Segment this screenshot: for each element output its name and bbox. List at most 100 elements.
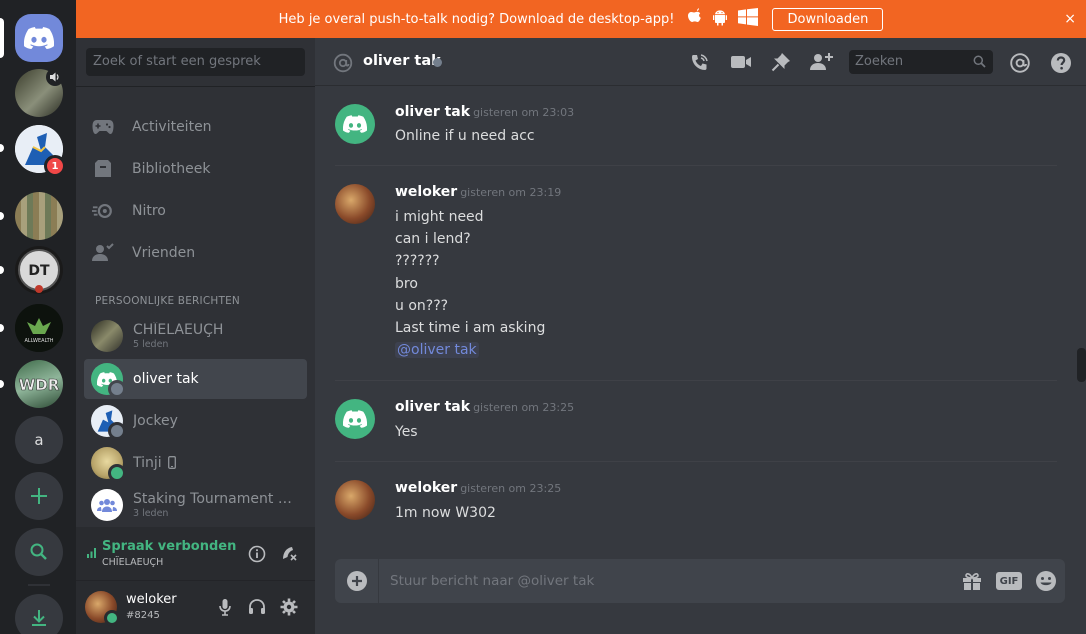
start-video-call-icon[interactable] [730,54,752,74]
dm-item-tinji[interactable]: Tinji [84,443,307,483]
channel-title: oliver tak [363,53,441,69]
chat-scrollbar-thumb[interactable] [1077,348,1086,382]
signal-icon [87,543,97,562]
avatar [91,489,123,521]
server-icon-5[interactable]: ALLWEALTH [15,304,63,352]
discord-logo-icon [343,115,367,133]
start-voice-call-icon[interactable] [689,52,711,78]
avatar [91,405,126,440]
add-server-button[interactable] [15,472,63,520]
message-text: Online if u need acc [395,128,535,144]
download-banner: Heb je overal push-to-talk nodig? Downlo… [76,0,1086,38]
message-text: bro [395,276,418,292]
message-timestamp: gisteren om 23:25 [460,482,562,495]
dm-item-oliver-tak[interactable]: oliver tak [84,359,307,399]
offline-status-dot [108,422,126,440]
message-timestamp: gisteren om 23:03 [473,106,575,119]
search-icon [30,543,47,560]
disconnect-call-icon[interactable] [280,544,298,566]
message-timestamp: gisteren om 23:19 [460,186,562,199]
voice-status[interactable]: Spraak verbonden [102,539,236,554]
nav-nitro[interactable]: Nitro [84,191,307,231]
user-mention[interactable]: @oliver tak [395,342,479,358]
search-icon [973,55,986,72]
dm-search-input[interactable]: Zoek of start een gesprek [86,48,305,76]
voice-connection-panel: Spraak verbonden CHÏELAEUÇH [76,527,315,581]
gift-icon[interactable] [961,571,983,595]
nav-label: Vrienden [132,245,196,261]
settings-gear-icon[interactable] [280,598,298,620]
discord-app: Heb je overal push-to-talk nodig? Downlo… [0,0,1086,634]
username: weloker [126,592,177,607]
dm-name: Tinji [133,455,162,471]
avatar[interactable] [335,104,375,144]
nav-vrienden[interactable]: Vrienden [84,233,307,273]
message-timestamp: gisteren om 23:25 [473,401,575,414]
message-header: oliver tak gisteren om 23:25 [395,399,574,415]
avatar[interactable] [335,399,375,439]
gif-button[interactable]: GIF [996,572,1022,590]
dm-item-jockey[interactable]: Jockey [84,401,307,441]
download-apps-button[interactable] [15,594,63,634]
message-author[interactable]: oliver tak [395,104,470,120]
avatar [91,320,123,352]
emoji-icon[interactable] [1035,570,1057,596]
dm-member-count: 3 leden [133,508,169,519]
dm-name: oliver tak [133,371,199,387]
gif-label: GIF [999,575,1019,587]
message-text: u on??? [395,298,449,314]
help-icon[interactable] [1050,52,1072,78]
microphone-icon[interactable] [217,598,233,620]
message-author[interactable]: weloker [395,480,457,496]
voice-channel: CHÏELAEUÇH [102,557,164,568]
message-input[interactable]: Stuur bericht naar @oliver tak [390,573,594,589]
dm-name: Staking Tournament Un... [133,491,301,507]
banner-close-button[interactable]: × [1064,11,1076,27]
avatar [91,363,126,398]
upload-button[interactable] [335,559,379,603]
nav-activiteiten[interactable]: Activiteiten [84,107,307,147]
message-author[interactable]: weloker [395,184,457,200]
headphones-icon[interactable] [248,598,266,620]
home-button[interactable] [15,14,63,62]
download-button[interactable]: Downloaden [772,7,884,31]
pin-icon[interactable] [771,52,791,76]
nav-bibliotheek[interactable]: Bibliotheek [84,149,307,189]
user-tag: #8245 [126,610,160,621]
server-icon-4[interactable]: DT [15,246,63,294]
avatar[interactable] [335,480,375,520]
dm-item-group-2[interactable]: Staking Tournament Un... 3 leden [84,485,307,525]
avatar[interactable] [335,184,375,224]
message-header: weloker gisteren om 23:19 [395,184,561,200]
selected-pill [0,18,4,58]
explore-servers-button[interactable] [15,528,63,576]
apple-icon [686,8,702,30]
dm-member-count: 5 leden [133,339,169,350]
server-icon-letter[interactable]: a [15,416,63,464]
add-friend-to-dm-icon[interactable] [810,52,834,76]
dm-sidebar: Zoek of start een gesprek Activiteiten B… [76,38,315,634]
server-icon-3[interactable] [15,192,63,240]
server-icon-6[interactable]: WDR [15,360,63,408]
dm-item-group-1[interactable]: CHÏELAEUÇH 5 leden [84,316,307,356]
info-icon[interactable] [248,545,266,567]
offline-status-dot [108,380,126,398]
avatar[interactable] [85,591,120,626]
unread-pill [0,380,4,388]
header-search-input[interactable]: Zoeken [849,50,993,74]
message-header: oliver tak gisteren om 23:03 [395,104,574,120]
message-text: ?????? [395,253,440,269]
message-text: 1m now W302 [395,505,496,521]
message-author[interactable]: oliver tak [395,399,470,415]
download-icon [32,610,46,626]
avatar [91,447,126,482]
mentions-icon[interactable] [1009,52,1031,78]
message-text: can i lend? [395,231,471,247]
android-icon [712,8,728,30]
chat-area: oliver tak Zoeken oliver tak gisteren om… [315,38,1086,634]
message-text: Last time i am asking [395,320,546,336]
online-status-dot [104,610,120,626]
unread-pill [0,266,4,274]
nitro-icon [92,200,114,222]
discord-logo-icon [343,410,367,428]
